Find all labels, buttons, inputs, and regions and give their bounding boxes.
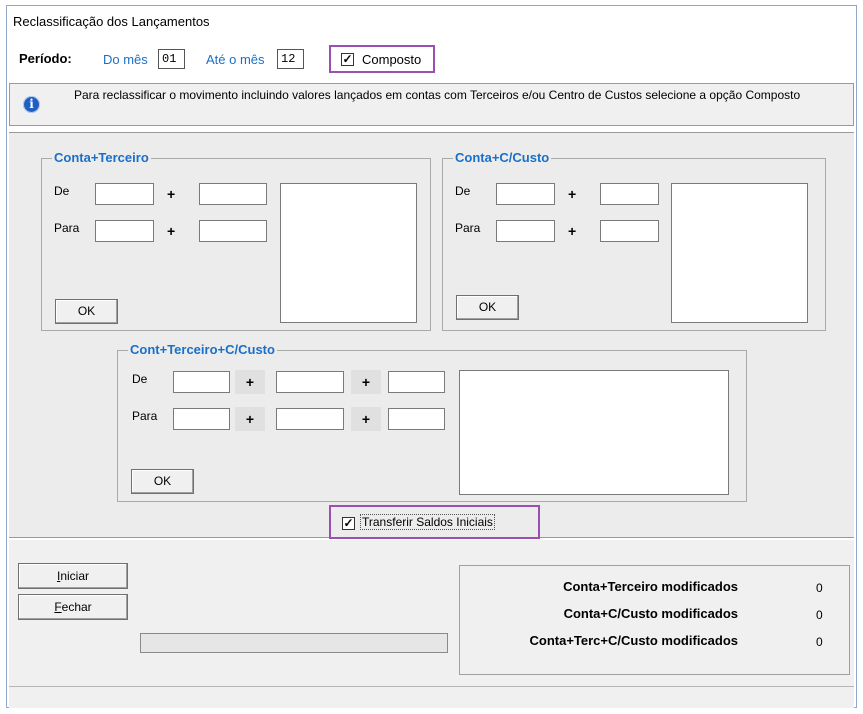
action-panel: Iniciar Fechar Conta+Terceiro modificado…	[9, 540, 854, 686]
group-title: Conta+Terceiro	[52, 150, 151, 165]
fechar-button[interactable]: Fechar	[18, 594, 128, 620]
de-ccusto-input[interactable]	[600, 183, 659, 205]
summary-value: 0	[816, 581, 823, 595]
summary-value: 0	[816, 608, 823, 622]
plus-sign: +	[351, 407, 381, 431]
conta-terceiro-ccusto-ok-button[interactable]: OK	[131, 469, 194, 494]
plus-sign: +	[568, 186, 577, 202]
dialog-window: Reclassificação dos Lançamentos Período:…	[6, 5, 857, 708]
conta-terceiro-ccusto-list[interactable]	[459, 370, 729, 495]
conta-terceiro-ok-button[interactable]: OK	[55, 299, 118, 324]
de-terceiro-input[interactable]	[276, 371, 344, 393]
conta-ccusto-list[interactable]	[671, 183, 808, 323]
composto-label[interactable]: Composto	[362, 52, 421, 67]
conta-ccusto-ok-button[interactable]: OK	[456, 295, 519, 320]
summary-panel: Conta+Terceiro modificados 0 Conta+C/Cus…	[459, 565, 850, 675]
summary-value: 0	[816, 635, 823, 649]
info-text: Para reclassificar o movimento incluindo…	[74, 88, 801, 102]
plus-sign: +	[235, 370, 265, 394]
iniciar-button[interactable]: Iniciar	[18, 563, 128, 589]
composto-checkbox[interactable]: ✓	[341, 53, 354, 66]
de-conta-input[interactable]	[496, 183, 555, 205]
de-ccusto-input[interactable]	[388, 371, 445, 393]
para-terceiro-input[interactable]	[199, 220, 267, 242]
to-month-input[interactable]: 12	[277, 49, 304, 69]
plus-sign: +	[167, 223, 176, 239]
para-ccusto-input[interactable]	[600, 220, 659, 242]
group-title: Cont+Terceiro+C/Custo	[128, 342, 277, 357]
plus-sign: +	[235, 407, 265, 431]
transferir-label[interactable]: Transferir Saldos Iniciais	[360, 514, 495, 530]
plus-sign: +	[351, 370, 381, 394]
de-terceiro-input[interactable]	[199, 183, 267, 205]
window-title: Reclassificação dos Lançamentos	[13, 14, 210, 29]
transferir-checkbox[interactable]: ✓	[342, 517, 355, 530]
conta-terceiro-list[interactable]	[280, 183, 417, 323]
fechar-label: Fechar	[54, 600, 92, 614]
para-label: Para	[54, 221, 80, 235]
progress-bar	[140, 633, 448, 653]
de-conta-input[interactable]	[95, 183, 154, 205]
de-label: De	[455, 184, 471, 198]
from-month-input[interactable]: 01	[158, 49, 185, 69]
info-bar: i Para reclassificar o movimento incluin…	[9, 83, 854, 126]
de-label: De	[54, 184, 70, 198]
reclass-panel: Conta+Terceiro De + Para + OK Conta+C/Cu…	[9, 132, 854, 539]
to-month-label: Até o mês	[206, 52, 265, 67]
summary-label: Conta+Terc+C/Custo modificados	[529, 633, 738, 648]
group-conta-terceiro-ccusto: Cont+Terceiro+C/Custo De + + Para + + OK	[117, 342, 747, 502]
group-title: Conta+C/Custo	[453, 150, 552, 165]
de-label: De	[132, 372, 148, 386]
plus-sign: +	[167, 186, 176, 202]
summary-label: Conta+Terceiro modificados	[563, 579, 738, 594]
para-ccusto-input[interactable]	[388, 408, 445, 430]
para-conta-input[interactable]	[173, 408, 230, 430]
summary-label: Conta+C/Custo modificados	[563, 606, 738, 621]
para-conta-input[interactable]	[496, 220, 555, 242]
de-conta-input[interactable]	[173, 371, 230, 393]
para-label: Para	[455, 221, 481, 235]
para-terceiro-input[interactable]	[276, 408, 344, 430]
group-conta-ccusto: Conta+C/Custo De + Para + OK	[442, 150, 826, 331]
info-icon: i	[23, 96, 40, 113]
from-month-label: Do mês	[103, 52, 148, 67]
plus-sign: +	[568, 223, 577, 239]
para-conta-input[interactable]	[95, 220, 154, 242]
group-conta-terceiro: Conta+Terceiro De + Para + OK	[41, 150, 431, 331]
status-bar	[9, 686, 854, 708]
para-label: Para	[132, 409, 158, 423]
period-label: Período:	[19, 51, 72, 66]
iniciar-label: Iniciar	[56, 569, 90, 583]
